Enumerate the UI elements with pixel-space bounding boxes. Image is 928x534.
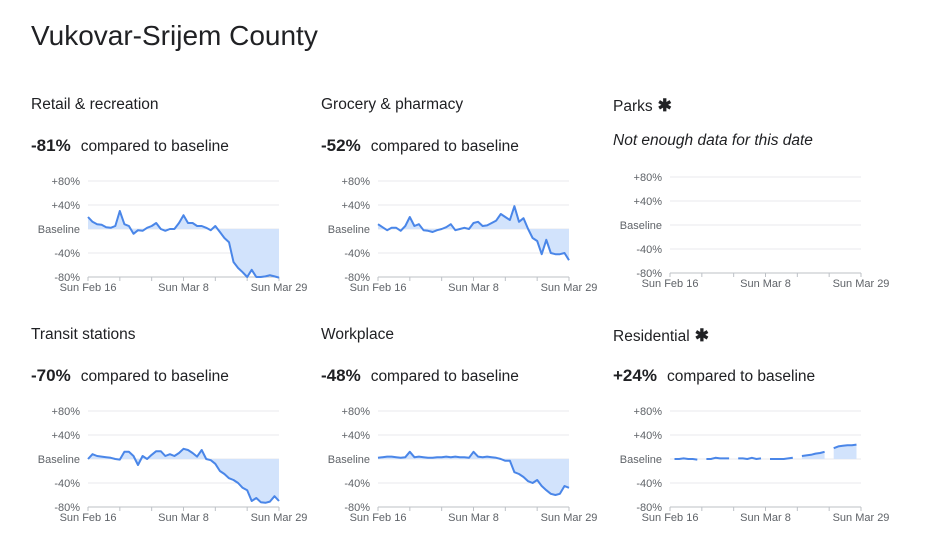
y-tick-label: -40% xyxy=(344,478,370,490)
x-tick-label: Sun Mar 8 xyxy=(448,512,499,524)
compare-label: compared to baseline xyxy=(80,368,229,385)
panel-title-text: Residential xyxy=(613,328,690,345)
retail-recreation-chart: +80%+40%Baseline-40%-80%Sun Feb 16 Sun Ma… xyxy=(38,176,308,294)
x-tick-label: Sun Mar 29 xyxy=(541,282,598,294)
y-tick-label: +80% xyxy=(634,172,663,184)
mobility-report: Vukovar-Srijem County Retail & recreatio… xyxy=(0,0,928,534)
x-tick-label: Sun Mar 8 xyxy=(158,512,209,524)
y-tick-label: Baseline xyxy=(620,454,662,466)
transit-stations-title: Transit stations xyxy=(31,326,136,344)
compare-label: compared to baseline xyxy=(370,138,519,155)
percent-change: -52% xyxy=(321,136,361,155)
no-data-message: Not enough data for this date xyxy=(613,132,813,149)
y-tick-label: +40% xyxy=(52,200,81,212)
x-tick-label: Sun Feb 16 xyxy=(642,278,699,290)
page-title: Vukovar-Srijem County xyxy=(31,20,318,51)
y-tick-label: +80% xyxy=(342,406,371,418)
y-tick-label: +40% xyxy=(634,196,663,208)
series-area xyxy=(88,448,279,503)
y-tick-label: +40% xyxy=(52,430,81,442)
compare-label: compared to baseline xyxy=(370,368,519,385)
x-tick-label: Sun Mar 29 xyxy=(833,278,890,290)
panel-title-text: Workplace xyxy=(321,326,394,343)
y-tick-label: +40% xyxy=(342,200,371,212)
residential-title: Residential ✱ xyxy=(613,326,709,346)
x-tick-label: Sun Mar 29 xyxy=(251,282,308,294)
grocery-pharmacy-chart: +80%+40%Baseline-40%-80%Sun Feb 16 Sun Ma… xyxy=(328,176,598,294)
percent-change: -48% xyxy=(321,366,361,385)
y-tick-label: +80% xyxy=(52,176,81,188)
workplace-chart: +80%+40%Baseline-40%-80%Sun Feb 16 Sun Ma… xyxy=(328,406,598,524)
grocery-pharmacy-title: Grocery & pharmacy xyxy=(321,96,463,114)
y-tick-label: +80% xyxy=(634,406,663,418)
x-tick-label: Sun Mar 8 xyxy=(740,278,791,290)
x-tick-label: Sun Feb 16 xyxy=(350,282,407,294)
y-tick-label: Baseline xyxy=(328,224,370,236)
y-tick-label: +80% xyxy=(52,406,81,418)
series-line xyxy=(706,456,730,460)
transit-stations-chart: +80%+40%Baseline-40%-80%Sun Feb 16 Sun Ma… xyxy=(38,406,308,524)
percent-change: +24% xyxy=(613,366,657,385)
retail-recreation-title: Retail & recreation xyxy=(31,96,159,114)
workplace-stat: -48% compared to baseline xyxy=(321,366,519,386)
x-tick-label: Sun Feb 16 xyxy=(642,512,699,524)
y-tick-label: -40% xyxy=(344,248,370,260)
y-tick-label: -40% xyxy=(636,244,662,256)
asterisk-icon: ✱ xyxy=(694,326,709,345)
series-line xyxy=(674,457,698,461)
transit-stations-stat: -70% compared to baseline xyxy=(31,366,229,386)
panel-title-text: Parks xyxy=(613,98,653,115)
percent-change: -81% xyxy=(31,136,71,155)
y-tick-label: Baseline xyxy=(328,454,370,466)
panel-title-text: Retail & recreation xyxy=(31,96,159,113)
x-tick-label: Sun Feb 16 xyxy=(350,512,407,524)
residential-chart: +80%+40%Baseline-40%-80%Sun Feb 16 Sun Ma… xyxy=(620,406,890,524)
x-tick-label: Sun Mar 8 xyxy=(448,282,499,294)
parks-title: Parks ✱ xyxy=(613,96,672,116)
y-tick-label: -40% xyxy=(54,478,80,490)
x-tick-label: Sun Mar 29 xyxy=(251,512,308,524)
grocery-pharmacy-stat: -52% compared to baseline xyxy=(321,136,519,156)
y-tick-label: +80% xyxy=(342,176,371,188)
series-area xyxy=(378,451,569,495)
panel-title-text: Grocery & pharmacy xyxy=(321,96,464,113)
x-tick-label: Sun Feb 16 xyxy=(60,282,117,294)
y-tick-label: +40% xyxy=(634,430,663,442)
y-tick-label: Baseline xyxy=(38,224,80,236)
y-tick-label: Baseline xyxy=(620,220,662,232)
compare-label: compared to baseline xyxy=(80,138,229,155)
retail-recreation-stat: -81% compared to baseline xyxy=(31,136,229,156)
x-tick-label: Sun Mar 8 xyxy=(740,512,791,524)
workplace-title: Workplace xyxy=(321,326,394,344)
compare-label: compared to baseline xyxy=(666,368,816,385)
x-tick-label: Sun Mar 29 xyxy=(833,512,890,524)
x-tick-label: Sun Mar 8 xyxy=(158,282,209,294)
residential-stat: +24% compared to baseline xyxy=(613,366,815,386)
series-line xyxy=(738,456,762,460)
y-tick-label: +40% xyxy=(342,430,371,442)
y-tick-label: -40% xyxy=(636,478,662,490)
asterisk-icon: ✱ xyxy=(657,96,672,115)
parks-chart: +80%+40%Baseline-40%-80%Sun Feb 16 Sun Ma… xyxy=(620,172,890,290)
y-tick-label: -40% xyxy=(54,248,80,260)
panel-title-text: Transit stations xyxy=(31,326,136,343)
y-tick-label: Baseline xyxy=(38,454,80,466)
x-tick-label: Sun Feb 16 xyxy=(60,512,117,524)
percent-change: -70% xyxy=(31,366,71,385)
x-tick-label: Sun Mar 29 xyxy=(541,512,598,524)
series-line xyxy=(770,456,793,460)
